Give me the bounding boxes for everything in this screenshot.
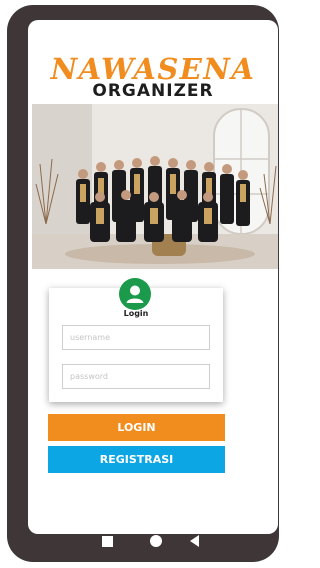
username-input[interactable] bbox=[62, 325, 210, 350]
login-card: Login bbox=[49, 278, 223, 402]
login-button[interactable]: LOGIN bbox=[48, 414, 225, 441]
user-icon bbox=[119, 278, 151, 310]
register-button[interactable]: REGISTRASI bbox=[48, 446, 225, 473]
phone-frame: NAWASENA ORGANIZER Login username LOGIN … bbox=[7, 5, 279, 562]
android-nav-bar bbox=[7, 528, 293, 558]
group-photo bbox=[32, 104, 278, 269]
group-photo-image bbox=[32, 104, 278, 269]
square-icon[interactable] bbox=[102, 536, 113, 547]
triangle-back-icon[interactable] bbox=[190, 535, 199, 547]
logo-subtitle: ORGANIZER bbox=[92, 81, 214, 101]
password-input[interactable] bbox=[62, 364, 210, 389]
login-title: Login bbox=[123, 309, 149, 318]
circle-icon[interactable] bbox=[150, 535, 162, 547]
